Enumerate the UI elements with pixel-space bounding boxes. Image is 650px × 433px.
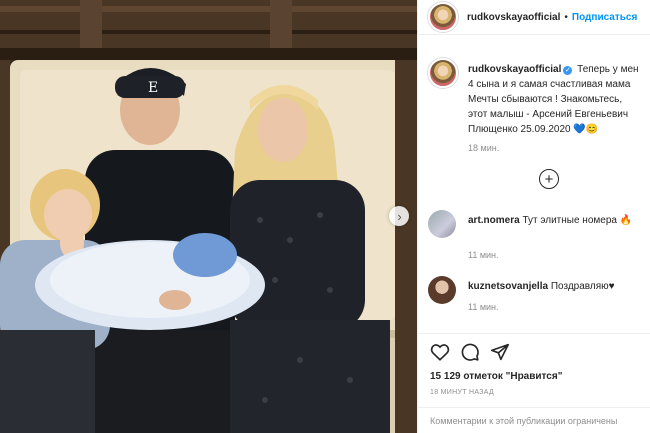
separator-dot: • <box>564 11 568 23</box>
verified-badge-icon: ✓ <box>563 66 573 75</box>
post-header: rudkovskayaofficial • Подписаться <box>418 0 650 35</box>
caption-line-4: этот малыш - Арсений Евгеньевич <box>468 109 629 120</box>
chevron-right-icon: › <box>397 208 402 224</box>
load-more-comments-button[interactable]: + <box>539 169 559 189</box>
avatar[interactable] <box>428 2 458 32</box>
comment-avatar[interactable] <box>428 276 456 304</box>
comment-time[interactable]: 11 мин. <box>468 302 499 312</box>
share-icon[interactable] <box>490 343 510 361</box>
comment-icon[interactable] <box>460 343 480 361</box>
caption-text: rudkovskayaofficial ✓ Теперь у мен 4 сына… <box>468 62 650 137</box>
plus-circle-icon: + <box>544 170 554 188</box>
svg-text:E: E <box>148 80 158 96</box>
caption-line-2: 4 сына и я самая счастливая мама <box>468 79 631 90</box>
heart-icon[interactable] <box>430 343 450 361</box>
post-side-panel: rudkovskayaofficial • Подписаться rudkov… <box>417 0 650 433</box>
caption-line-1: Теперь у мен <box>577 64 639 75</box>
comment-avatar[interactable] <box>428 210 456 238</box>
comment-text: art.nomera Тут элитные номера 🔥 <box>468 213 648 228</box>
action-icons <box>430 343 510 361</box>
comments-disabled-notice: Комментарии к этой публикации ограничены <box>418 407 650 433</box>
header-username[interactable]: rudkovskayaofficial <box>467 12 560 23</box>
caption-avatar[interactable] <box>428 58 458 88</box>
comment-body: Поздравляю♥ <box>550 281 615 292</box>
caption-line-5: Плющенко 25.09.2020 💙😊 <box>468 124 599 135</box>
family-photo-image: E <box>0 0 417 433</box>
comment-body: Тут элитные номера 🔥 <box>522 215 633 226</box>
comment-username[interactable]: art.nomera <box>468 215 520 226</box>
caption-username[interactable]: rudkovskayaofficial <box>468 64 561 75</box>
post-actions: 15 129 отметок "Нравится" 18 МИНУТ НАЗАД… <box>418 333 650 433</box>
post-timestamp: 18 МИНУТ НАЗАД <box>430 389 495 396</box>
likes-count[interactable]: 15 129 отметок "Нравится" <box>430 371 562 382</box>
comment-time[interactable]: 11 мин. <box>468 250 499 260</box>
comment-text: kuznetsovanjella Поздравляю♥ <box>468 279 648 294</box>
carousel-next-button[interactable]: › <box>389 206 409 226</box>
follow-button[interactable]: Подписаться <box>572 12 637 23</box>
caption-time[interactable]: 18 мин. <box>468 143 499 153</box>
comment-username[interactable]: kuznetsovanjella <box>468 281 548 292</box>
caption-line-3: Мечты сбываются ! Знакомьтесь, <box>468 94 623 105</box>
post-photo[interactable]: E › <box>0 0 417 433</box>
